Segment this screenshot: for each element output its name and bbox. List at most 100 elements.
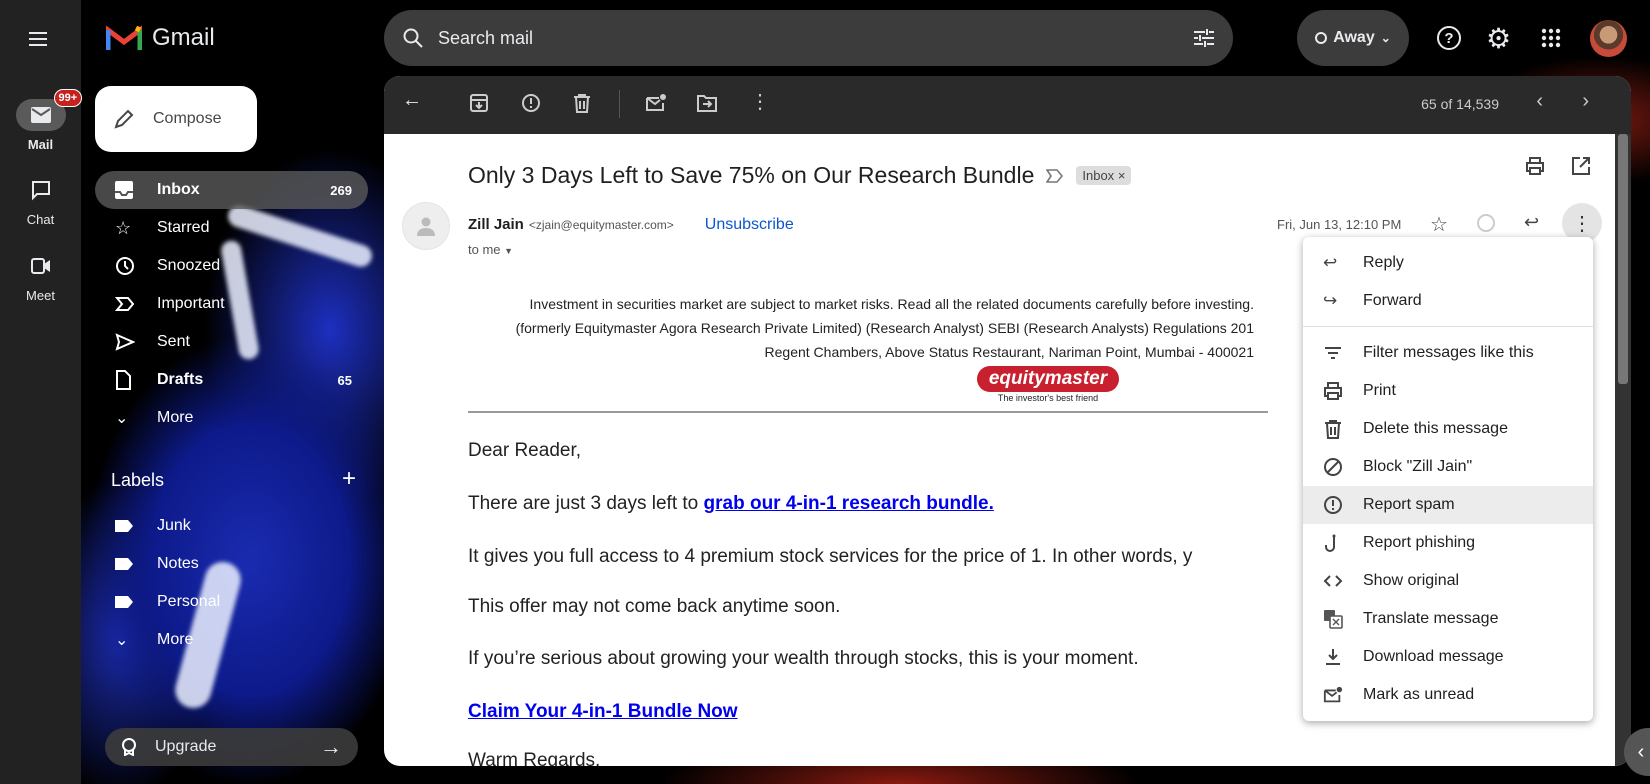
nav-snoozed[interactable]: Snoozed <box>95 247 368 285</box>
label-name: Notes <box>157 555 199 572</box>
bundle-link[interactable]: grab our 4-in-1 research bundle. <box>704 493 994 514</box>
print-all-button[interactable] <box>1525 156 1545 176</box>
help-button[interactable]: ? <box>1437 26 1461 50</box>
menu-item-forward[interactable]: ↪ Forward <box>1303 282 1593 320</box>
sender-name[interactable]: Zill Jain <box>468 216 524 233</box>
apps-grid-icon <box>1541 28 1561 48</box>
nav-label: Sent <box>157 333 190 350</box>
move-folder-icon <box>697 95 717 112</box>
search-bar[interactable]: Search mail <box>384 10 1233 66</box>
menu-label: Filter messages like this <box>1363 344 1534 361</box>
menu-item-filter[interactable]: Filter messages like this <box>1303 334 1593 372</box>
delete-button[interactable] <box>573 93 591 113</box>
gmail-logo[interactable]: Gmail <box>106 24 215 52</box>
menu-item-translate[interactable]: Translate message <box>1303 600 1593 638</box>
forward-icon: ↪ <box>1323 291 1338 310</box>
send-icon <box>115 333 135 351</box>
search-input[interactable]: Search mail <box>438 28 533 49</box>
spam-icon <box>522 94 540 112</box>
menu-item-download[interactable]: Download message <box>1303 638 1593 676</box>
menu-label: Print <box>1363 382 1396 399</box>
trash-icon <box>574 94 590 113</box>
sender-avatar[interactable] <box>402 202 450 250</box>
star-button[interactable]: ☆ <box>1430 212 1448 237</box>
nav-more[interactable]: ⌄ More <box>95 399 368 437</box>
menu-item-print[interactable]: Print <box>1303 372 1593 410</box>
chat-icon <box>31 181 50 201</box>
divider <box>468 411 1268 413</box>
translate-icon <box>1324 610 1343 629</box>
labels-more[interactable]: ⌄ More <box>95 621 368 659</box>
chevron-down-icon: ⌄ <box>115 632 129 649</box>
mail-icon <box>30 107 51 123</box>
more-actions-button[interactable]: ⋮ <box>750 89 770 114</box>
menu-item-block[interactable]: Block "Zill Jain" <box>1303 448 1593 486</box>
nav-label: Starred <box>157 219 210 236</box>
rail-meet[interactable]: Meet <box>0 250 81 303</box>
app-rail: 99+ Mail Chat Meet <box>0 0 83 784</box>
recipients-toggle[interactable]: to me ▼ <box>468 242 513 257</box>
email-date: Fri, Jun 13, 12:10 PM <box>1277 217 1402 232</box>
nav-important[interactable]: Important <box>95 285 368 323</box>
inbox-icon <box>115 181 133 199</box>
menu-item-reply[interactable]: ↩ Reply <box>1303 244 1593 282</box>
rail-mail[interactable]: 99+ Mail <box>0 89 83 152</box>
clock-icon <box>116 257 134 275</box>
older-button[interactable]: › <box>1582 90 1589 113</box>
menu-label: Block "Zill Jain" <box>1363 458 1473 475</box>
paragraph: It gives you full access to 4 premium st… <box>468 546 1193 567</box>
spam-icon <box>1324 496 1342 514</box>
paragraph-text: There are just 3 days left to <box>468 493 704 514</box>
message-options-menu: ↩ Reply ↪ Forward Filter messages like thi… <box>1303 237 1593 721</box>
nav-drafts[interactable]: Drafts 65 <box>95 361 368 399</box>
upgrade-button[interactable]: Upgrade → <box>105 728 358 766</box>
nav-inbox[interactable]: Inbox 269 <box>95 171 368 209</box>
add-label-button[interactable]: + <box>342 467 356 491</box>
unsubscribe-link[interactable]: Unsubscribe <box>705 216 794 234</box>
nav-count: 269 <box>330 182 352 198</box>
disclaimer-line: Investment in securities market are subj… <box>529 296 1254 312</box>
compose-button[interactable]: Compose <box>95 86 257 152</box>
more-vert-icon: ⋮ <box>750 91 770 113</box>
video-icon <box>30 258 50 274</box>
label-icon <box>115 596 135 608</box>
report-spam-button[interactable] <box>521 93 541 113</box>
back-button[interactable]: ← <box>402 89 422 112</box>
disclaimer-line: (formerly Equitymaster Agora Research Pr… <box>515 320 1254 336</box>
nav-sent[interactable]: Sent <box>95 323 368 361</box>
archive-button[interactable] <box>469 93 489 113</box>
apps-button[interactable] <box>1541 28 1561 48</box>
label-icon <box>115 558 135 570</box>
scrollbar[interactable] <box>1615 134 1631 766</box>
menu-item-delete[interactable]: Delete this message <box>1303 410 1593 448</box>
label-junk[interactable]: Junk <box>95 507 368 545</box>
scrollbar-thumb[interactable] <box>1618 134 1628 384</box>
important-icon <box>115 297 135 311</box>
open-new-window-button[interactable] <box>1571 156 1591 176</box>
nav-starred[interactable]: ☆ Starred <box>95 209 368 247</box>
move-to-button[interactable] <box>696 93 718 113</box>
menu-item-report-phishing[interactable]: Report phishing <box>1303 524 1593 562</box>
settings-button[interactable]: ⚙ <box>1486 22 1511 55</box>
unread-badge: 99+ <box>53 89 83 107</box>
menu-item-mark-unread[interactable]: Mark as unread <box>1303 676 1593 714</box>
label-notes[interactable]: Notes <box>95 545 368 583</box>
nav-label: Inbox <box>157 181 200 198</box>
label-personal[interactable]: Personal <box>95 583 368 621</box>
newer-button[interactable]: ‹ <box>1536 90 1543 113</box>
nav-label: Snoozed <box>157 257 221 274</box>
claim-bundle-link[interactable]: Claim Your 4-in-1 Bundle Now <box>468 701 738 722</box>
emoji-reaction-button[interactable] <box>1477 214 1495 232</box>
menu-item-show-original[interactable]: Show original <box>1303 562 1593 600</box>
equitymaster-logo[interactable]: equitymaster The investor's best friend <box>977 366 1119 403</box>
status-selector[interactable]: Away ⌄ <box>1297 10 1409 66</box>
reply-button[interactable]: ↩ <box>1524 212 1539 233</box>
mark-unread-button[interactable] <box>645 93 667 113</box>
rail-chat[interactable]: Chat <box>0 174 81 227</box>
main-menu-button[interactable] <box>26 27 50 51</box>
remove-label-button[interactable]: × <box>1118 168 1126 183</box>
hamburger-icon <box>29 32 47 46</box>
account-avatar[interactable] <box>1590 20 1627 57</box>
menu-item-report-spam[interactable]: Report spam <box>1303 486 1593 524</box>
nav-label: Important <box>157 295 225 312</box>
